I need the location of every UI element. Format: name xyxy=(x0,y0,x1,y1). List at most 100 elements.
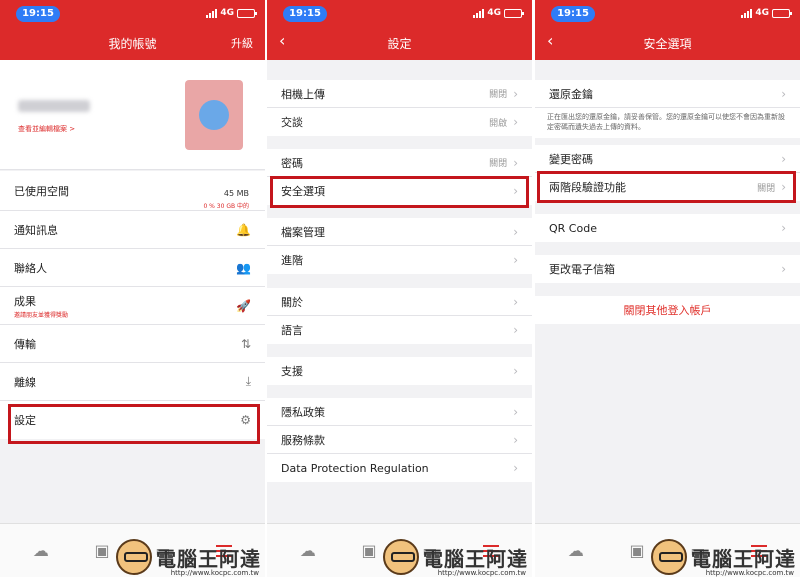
highlight-box xyxy=(8,404,260,444)
usage-sub: 0 % 30 GB 中的 xyxy=(203,203,249,210)
setting-chat[interactable]: 交談 開啟 › xyxy=(267,108,532,136)
signal-icon xyxy=(473,8,485,18)
setting-label: 語言 xyxy=(281,324,303,337)
recovery-key-note: 正在匯出您的還原金鑰，請妥善保管。您的還原金鑰可以使您不會因為重新設定密碼而遺失… xyxy=(535,108,800,138)
chevron-right-icon: › xyxy=(513,115,518,129)
status-time: 19:15 xyxy=(16,6,60,22)
watermark-text: 電腦王阿達 xyxy=(691,546,796,571)
chevron-right-icon: › xyxy=(513,155,518,170)
battery-icon xyxy=(772,8,792,18)
status-time: 19:15 xyxy=(283,6,327,22)
network-label: 4G xyxy=(220,8,234,18)
setting-advanced[interactable]: 進階 › xyxy=(267,246,532,274)
menu-item-offline[interactable]: 離線 ⤓ xyxy=(0,363,265,401)
setting-language[interactable]: 語言 › xyxy=(267,316,532,344)
camera-icon[interactable]: ▣ xyxy=(630,541,645,560)
offline-icon: ⤓ xyxy=(245,374,251,388)
recovery-key-row[interactable]: 還原金鑰 › xyxy=(535,80,800,108)
settings-group-3: 檔案管理 › 進階 › xyxy=(267,218,532,274)
chevron-right-icon: › xyxy=(513,364,518,378)
highlight-box xyxy=(537,171,796,203)
battery-icon xyxy=(237,8,257,18)
settings-group-6: 隱私政策 › 服務條款 › Data Protection Regulation › xyxy=(267,398,532,482)
setting-camera-upload[interactable]: 相機上傳 關閉 › xyxy=(267,80,532,108)
storage-usage-row[interactable]: 已使用空間 45 MB 0 % 30 GB 中的 xyxy=(0,171,265,211)
achievements-label: 成果 xyxy=(14,294,36,308)
menu-item-label: 離線 xyxy=(14,375,36,389)
email-group: 更改電子信箱 › xyxy=(535,255,800,283)
qr-code-image[interactable] xyxy=(185,80,243,150)
menu-item-notifications[interactable]: 通知訊息 🔔 xyxy=(0,211,265,249)
change-email-row[interactable]: 更改電子信箱 › xyxy=(535,255,800,283)
network-label: 4G xyxy=(755,8,769,18)
setting-terms-of-service[interactable]: 服務條款 › xyxy=(267,426,532,454)
profile-card[interactable]: 查看並編輯檔案 > xyxy=(0,60,265,170)
setting-privacy-policy[interactable]: 隱私政策 › xyxy=(267,398,532,426)
change-password-row[interactable]: 變更密碼 › xyxy=(535,145,800,173)
menu-item-label: 聯絡人 xyxy=(14,261,47,275)
chevron-right-icon: › xyxy=(781,151,786,166)
watermark-url: http://www.kocpc.com.tw xyxy=(437,569,526,577)
camera-icon[interactable]: ▣ xyxy=(362,541,377,560)
status-indicators: 4G xyxy=(473,7,524,19)
status-time: 19:15 xyxy=(551,6,595,22)
edit-profile-link[interactable]: 查看並編輯檔案 > xyxy=(18,124,75,134)
menu-item-transfers[interactable]: 傳輸 ⇅ xyxy=(0,325,265,363)
setting-label: 還原金鑰 xyxy=(549,87,593,101)
status-indicators: 4G xyxy=(741,7,792,19)
signal-icon xyxy=(741,8,753,18)
menu-item-label: 成果 邀請朋友並獲得獎勵 xyxy=(14,293,236,319)
camera-icon[interactable]: ▣ xyxy=(95,541,110,560)
setting-label: 變更密碼 xyxy=(549,152,593,166)
menu-item-achievements[interactable]: 成果 邀請朋友並獲得獎勵 🚀 xyxy=(0,287,265,325)
settings-group-4: 關於 › 語言 › xyxy=(267,288,532,344)
page-title: 我的帳號 xyxy=(108,37,157,51)
rocket-icon: 🚀 xyxy=(236,298,251,313)
menu-item-label: 傳輸 xyxy=(14,337,36,351)
chevron-right-icon: › xyxy=(513,86,518,101)
logout-other-sessions-button[interactable]: 關閉其他登入帳戶 xyxy=(535,296,800,324)
usage-value: 45 MB 0 % 30 GB 中的 xyxy=(203,189,249,210)
chevron-right-icon: › xyxy=(513,432,518,447)
setting-label: 檔案管理 xyxy=(281,225,325,239)
cloud-icon[interactable]: ☁ xyxy=(300,541,316,560)
chevron-right-icon: › xyxy=(781,221,786,235)
settings-group-5: 支援 › xyxy=(267,357,532,385)
nav-bar: 19:15 4G ‹ 設定 xyxy=(267,0,532,60)
watermark-mascot-icon xyxy=(116,539,152,575)
profile-name-blurred xyxy=(18,100,90,112)
watermark-url: http://www.kocpc.com.tw xyxy=(705,569,794,577)
setting-label: QR Code xyxy=(549,221,597,235)
contacts-icon: 👥 xyxy=(236,260,251,275)
menu-item-contacts[interactable]: 聯絡人 👥 xyxy=(0,249,265,287)
cloud-icon[interactable]: ☁ xyxy=(33,541,49,560)
setting-label: 關於 xyxy=(281,295,303,309)
settings-screen: 19:15 4G ‹ 設定 相機上傳 關閉 › 交談 開啟 › 密碼 關閉 › 安全選項 › … xyxy=(267,0,532,577)
upgrade-button[interactable]: 升級 xyxy=(231,35,253,51)
setting-support[interactable]: 支援 › xyxy=(267,357,532,385)
chevron-right-icon: › xyxy=(513,294,518,309)
watermark-mascot-icon xyxy=(651,539,687,575)
highlight-box xyxy=(270,176,529,208)
settings-group-1: 相機上傳 關閉 › 交談 開啟 › xyxy=(267,80,532,136)
setting-data-protection[interactable]: Data Protection Regulation › xyxy=(267,454,532,482)
security-options-screen: 19:15 4G ‹ 安全選項 還原金鑰 › 正在匯出您的還原金鑰，請妥善保管。您… xyxy=(535,0,800,577)
setting-passcode[interactable]: 密碼 關閉 › xyxy=(267,149,532,177)
achievements-sublabel: 邀請朋友並獲得獎勵 xyxy=(14,311,69,319)
menu-item-label: 通知訊息 xyxy=(14,223,58,237)
chevron-right-icon: › xyxy=(781,86,786,101)
nav-bar: 19:15 4G 我的帳號 升級 xyxy=(0,0,265,60)
setting-file-management[interactable]: 檔案管理 › xyxy=(267,218,532,246)
qr-code-row[interactable]: QR Code › xyxy=(535,214,800,242)
chevron-right-icon: › xyxy=(513,461,518,475)
avatar xyxy=(199,100,229,130)
cloud-icon[interactable]: ☁ xyxy=(568,541,584,560)
chevron-right-icon: › xyxy=(513,323,518,337)
setting-label: 服務條款 xyxy=(281,433,325,447)
battery-icon xyxy=(504,8,524,18)
signal-icon xyxy=(206,8,218,18)
setting-label: Data Protection Regulation xyxy=(281,461,429,475)
chevron-right-icon: › xyxy=(513,404,518,419)
watermark-text: 電腦王阿達 xyxy=(423,546,528,571)
setting-about[interactable]: 關於 › xyxy=(267,288,532,316)
